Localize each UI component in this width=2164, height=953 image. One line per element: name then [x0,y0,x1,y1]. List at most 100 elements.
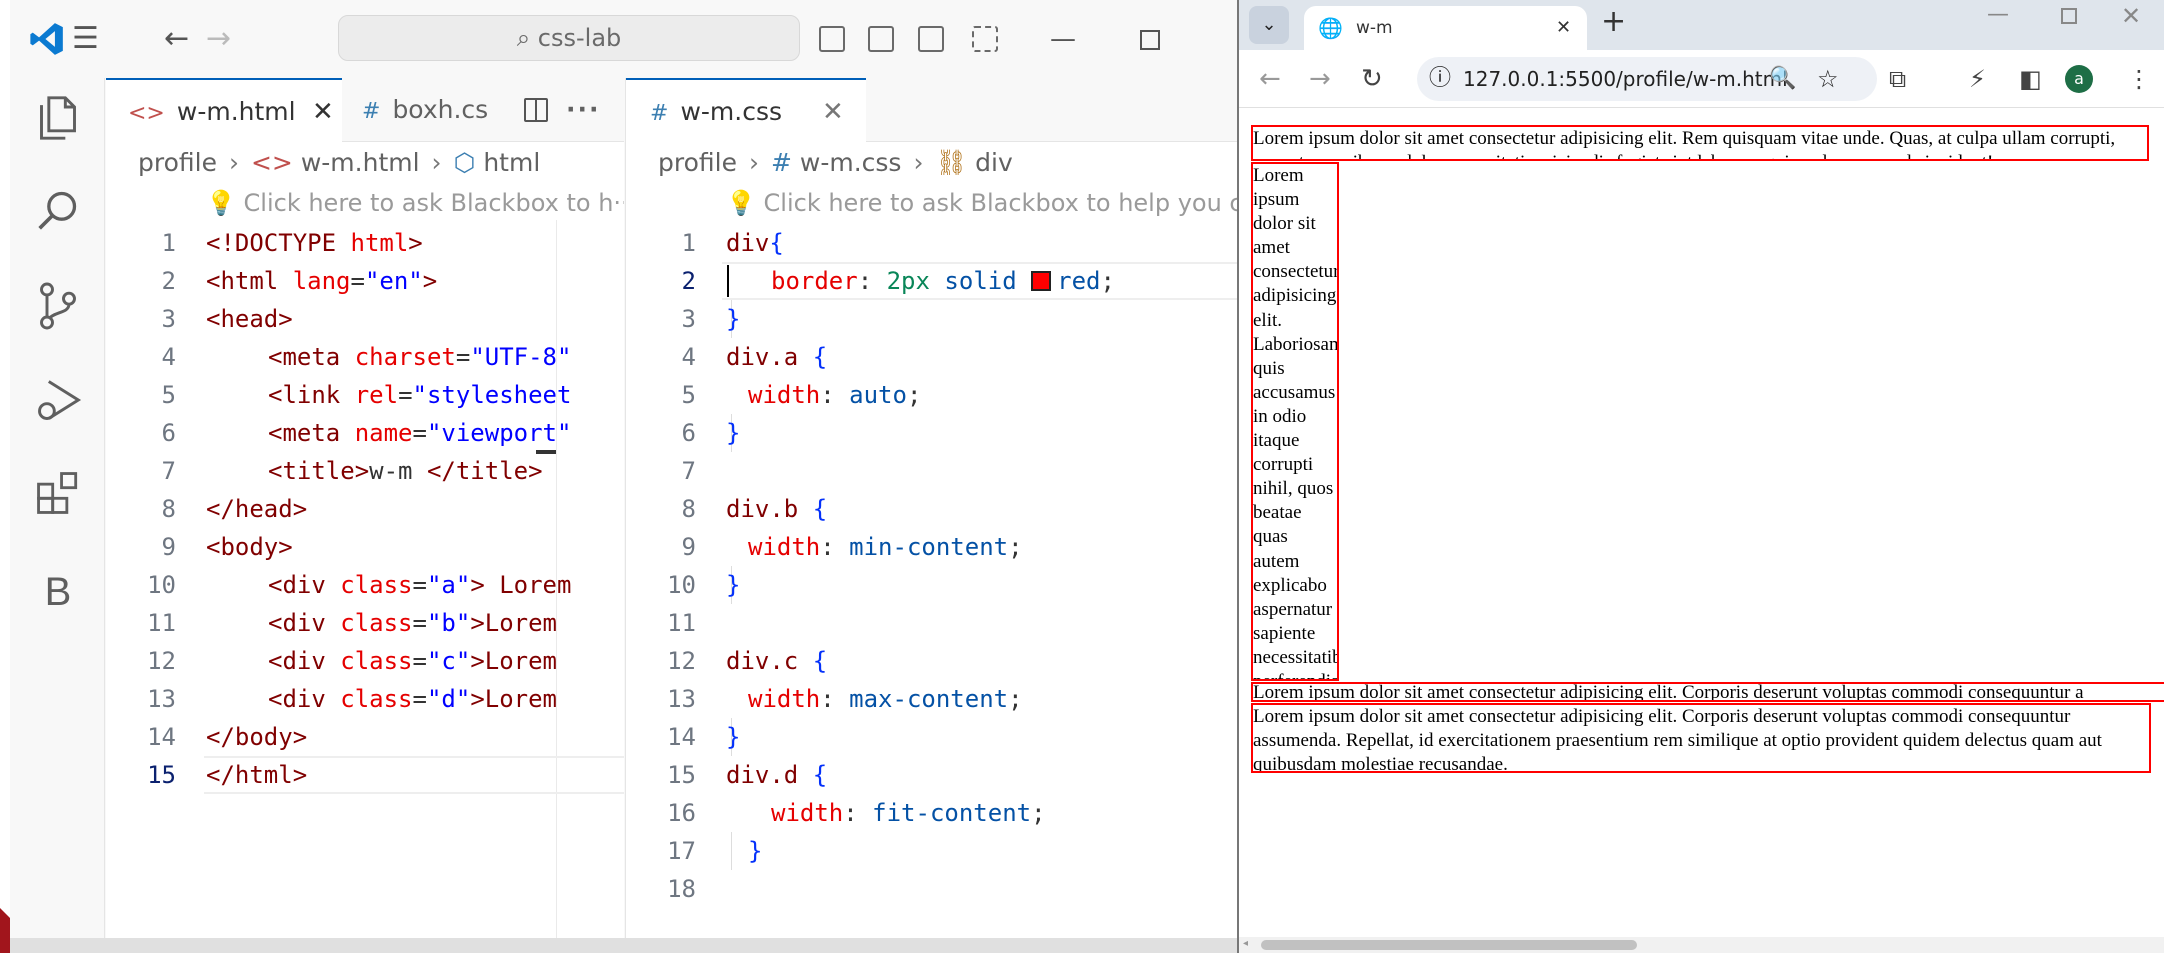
customize-layout-icon[interactable] [972,26,998,52]
code-line: div{ [726,229,784,257]
code-line: </head> [206,495,308,523]
run-debug-icon[interactable] [30,376,86,432]
minimize-icon[interactable]: — [1050,0,1076,78]
maximize-icon[interactable] [2061,8,2077,24]
source-control-icon[interactable] [30,282,86,338]
color-swatch[interactable] [1031,271,1052,291]
back-arrow-icon[interactable]: ← [1259,50,1281,108]
html-file-icon: <> [250,148,293,177]
code-line: <div class="b">Lorem [268,609,558,637]
tab-w-m-css[interactable]: # w-m.css ✕ [626,78,866,142]
crumb-file[interactable]: w-m.css [800,148,902,177]
line-number: 7 [161,457,176,485]
more-actions-icon[interactable]: ··· [566,78,601,142]
tab-w-m-html[interactable]: <> w-m.html ✕ [106,78,342,142]
blackbox-hint[interactable]: 💡 Click here to ask Blackbox to h··· [206,186,624,220]
indent-guide [731,832,732,870]
code-line: width: max-content; [748,685,1023,713]
blackbox-hint[interactable]: 💡 Click here to ask Blackbox to help you… [726,186,1237,220]
back-arrow-icon[interactable]: ← [164,0,189,78]
scroll-left-icon[interactable]: ◂ [1243,938,1248,949]
extensions-puzzle-icon[interactable]: ⧉ [1889,50,1906,108]
profile-avatar[interactable]: a [2065,65,2093,93]
tab-boxh-css[interactable]: # boxh.cs [342,78,542,142]
line-number: 17 [667,837,696,865]
close-window-icon[interactable]: ✕ [2121,2,2141,30]
lightbulb-icon: 💡 [726,189,756,217]
split-editor-icon[interactable] [524,98,548,122]
code-line: <link rel="stylesheet [268,381,572,409]
html-code[interactable]: 1 2 3 4 5 6 7 8 9 10 11 12 13 14 15 <!DOCTYPE html> <h… [106,224,624,824]
line-number: 14 [147,723,176,751]
forward-arrow-icon[interactable]: → [1309,50,1331,108]
explorer-icon[interactable] [30,94,86,150]
crumb-profile[interactable]: profile [138,148,217,177]
scroll-thumb[interactable] [1261,940,1637,950]
code-line: div.a { [726,343,828,371]
page-horizontal-scrollbar[interactable]: ◂ [1239,937,2164,953]
tab-search-chevron-icon[interactable]: ⌄ [1249,6,1289,44]
reload-icon[interactable]: ↻ [1361,50,1383,108]
crumb-file[interactable]: w-m.html [301,148,420,177]
code-line: } [726,723,741,751]
maximize-icon[interactable] [1140,30,1160,50]
line-number: 16 [667,799,696,827]
code-line: <head> [206,305,293,333]
search-icon: ⌕ [516,24,531,52]
performance-icon[interactable]: ⚡ [1969,50,1986,108]
toggle-panel-icon[interactable] [868,26,894,52]
line-number: 13 [667,685,696,713]
line-number: 14 [667,723,696,751]
kebab-menu-icon[interactable]: ⋮ [2127,50,2151,108]
crumb-profile[interactable]: profile [658,148,737,177]
horizontal-scrollbar[interactable] [10,938,1237,953]
bookmark-star-icon[interactable]: ☆ [1817,57,1839,101]
html-file-icon: <> [128,101,165,126]
line-number: 8 [681,495,696,523]
address-bar[interactable]: ⓘ 127.0.0.1:5500/profile/w-m.html 🔍 ☆ [1417,57,1877,101]
code-line: width: min-content; [748,533,1023,561]
forward-arrow-icon[interactable]: → [206,0,231,78]
breadcrumb-right: profile › # w-m.css › ⛓ div [658,148,1013,177]
close-tab-icon[interactable]: ✕ [1556,6,1571,50]
crumb-div[interactable]: div [975,148,1013,177]
line-number: 9 [161,533,176,561]
code-line: </html> [206,761,308,789]
new-tab-icon[interactable]: + [1601,4,1626,39]
search-icon[interactable] [30,188,86,244]
code-line: <!DOCTYPE html> [206,229,423,257]
close-tab-icon[interactable]: ✕ [822,80,844,144]
element-icon: ⬡ [453,148,476,177]
site-info-icon[interactable]: ⓘ [1429,57,1451,101]
line-number: 5 [681,381,696,409]
close-tab-icon[interactable]: ✕ [312,80,334,144]
line-number: 12 [667,647,696,675]
code-line: <html lang="en"> [206,267,438,295]
vscode-window: ☰ ← → ⌕ css-lab — B <> w-m.html ✕ # boxh… [10,0,1237,953]
line-number: 2 [161,267,176,295]
div-a: Lorem ipsum dolor sit amet consectetur a… [1251,125,2149,161]
line-number: 6 [161,419,176,447]
div-b: Lorem ipsum dolor sit amet consectetur a… [1251,162,1339,681]
zoom-icon[interactable]: 🔍 [1769,57,1796,101]
browser-tab[interactable]: 🌐 w-m ✕ [1304,6,1587,50]
menu-icon[interactable]: ☰ [72,0,99,78]
crumb-html[interactable]: html [483,148,540,177]
side-panel-icon[interactable]: ◧ [2019,50,2042,108]
minimize-icon[interactable]: — [1987,2,2009,27]
code-line: } [726,419,741,447]
editor-tabs-left: <> w-m.html ✕ # boxh.cs ··· [106,78,624,142]
extensions-icon[interactable] [30,470,86,526]
toggle-sidebar-icon[interactable] [819,26,845,52]
line-number: 13 [147,685,176,713]
command-center-search[interactable]: ⌕ css-lab [338,15,800,61]
blackbox-icon[interactable]: B [30,564,86,620]
line-number: 4 [161,343,176,371]
lightbulb-icon: 💡 [206,189,236,217]
line-number: 3 [161,305,176,333]
line-number: 15 [147,761,176,789]
toggle-secondary-sidebar-icon[interactable] [918,26,944,52]
code-line: div.d { [726,761,828,789]
activity-bar: B [10,78,105,953]
css-code[interactable]: 1 2 3 4 5 6 7 8 9 10 11 12 13 14 15 16 17 18 div{ border:… [626,224,1237,924]
